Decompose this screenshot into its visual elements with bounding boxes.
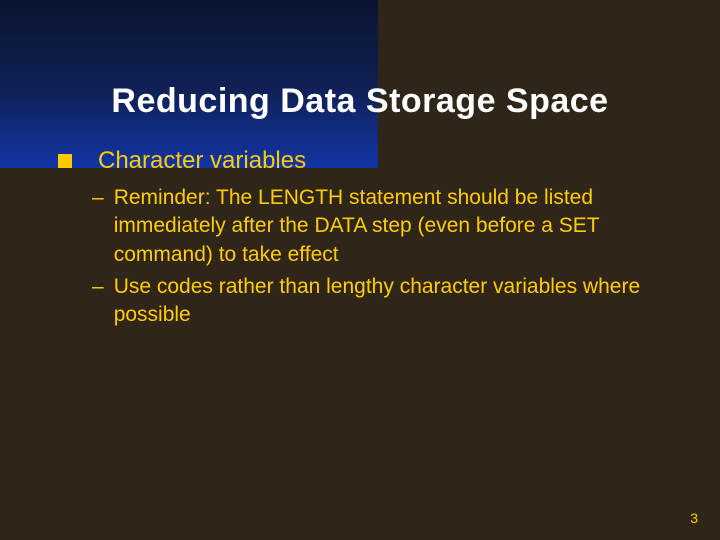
page-number: 3 <box>690 510 698 526</box>
bullet-row: Character variables <box>58 146 680 176</box>
sub-bullet-item: – Reminder: The LENGTH statement should … <box>92 184 680 269</box>
sub-bullet-text: Reminder: The LENGTH statement should be… <box>114 184 674 269</box>
bullet-label: Character variables <box>98 146 306 176</box>
sub-bullet-text: Use codes rather than lengthy character … <box>114 273 674 330</box>
slide-body: Character variables – Reminder: The LENG… <box>58 146 680 334</box>
sub-bullet-item: – Use codes rather than lengthy characte… <box>92 273 680 330</box>
dash-icon: – <box>92 184 104 269</box>
square-bullet-icon <box>58 154 72 168</box>
dash-icon: – <box>92 273 104 330</box>
slide-title: Reducing Data Storage Space <box>0 82 720 121</box>
sub-bullet-list: – Reminder: The LENGTH statement should … <box>92 184 680 330</box>
